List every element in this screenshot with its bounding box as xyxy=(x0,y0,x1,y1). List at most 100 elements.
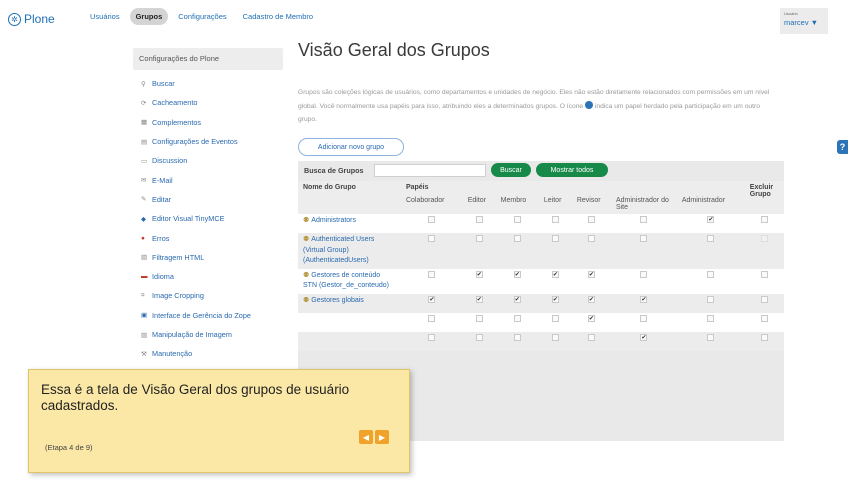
sidebar-item-cache[interactable]: ⟳ Cacheamento xyxy=(141,93,283,112)
maintenance-icon: ⚒ xyxy=(141,350,147,358)
sidebar-item-email[interactable]: ✉ E-Mail xyxy=(141,170,283,189)
role-checkbox[interactable] xyxy=(551,295,559,303)
role-checkbox[interactable] xyxy=(587,270,595,278)
nav-groups[interactable]: Grupos xyxy=(129,8,169,25)
role-checkbox[interactable] xyxy=(640,270,648,278)
role-checkbox[interactable] xyxy=(551,216,559,223)
role-checkbox[interactable] xyxy=(551,270,559,278)
page-title: Visão Geral dos Grupos xyxy=(298,40,490,60)
group-name-cell[interactable] xyxy=(298,312,401,332)
role-cell xyxy=(538,233,572,269)
tour-step: (Etapa 4 de 9) xyxy=(45,443,93,452)
plone-logo[interactable]: ✲ Plone xyxy=(8,12,55,26)
role-checkbox[interactable] xyxy=(707,235,715,242)
show-all-button[interactable]: Mostrar todos xyxy=(536,163,608,177)
sidebar-item-search[interactable]: ⚲ Buscar xyxy=(141,74,283,93)
role-checkbox[interactable] xyxy=(587,314,595,322)
sidebar-item-discussion[interactable]: ▭ Discussion xyxy=(141,151,283,170)
role-checkbox[interactable] xyxy=(640,216,648,223)
group-name[interactable]: Gestores de conteúdo STN (Gestor_de_cont… xyxy=(303,272,389,290)
sidebar-item-image-cropping[interactable]: ⌗ Image Cropping xyxy=(141,286,283,305)
role-checkbox[interactable] xyxy=(707,270,715,278)
role-checkbox[interactable] xyxy=(513,295,521,303)
role-cell xyxy=(571,293,611,313)
role-checkbox[interactable] xyxy=(640,295,648,303)
nav-settings[interactable]: Configurações xyxy=(172,8,232,25)
role-checkbox[interactable] xyxy=(428,314,436,322)
role-checkbox[interactable] xyxy=(587,295,595,303)
role-checkbox[interactable] xyxy=(428,270,436,278)
sidebar-item-edit[interactable]: ✎ Editar xyxy=(141,190,283,209)
nav-member-registration[interactable]: Cadastro de Membro xyxy=(237,8,319,25)
delete-group-checkbox[interactable] xyxy=(760,295,768,303)
add-group-button[interactable]: Adicionar novo grupo xyxy=(298,138,404,156)
role-checkbox[interactable] xyxy=(707,216,715,223)
group-name[interactable]: Authenticated Users (Virtual Group) (Aut… xyxy=(303,236,374,264)
tour-next-button[interactable]: ▶ xyxy=(375,430,389,444)
sidebar-item-errors[interactable]: ● Erros xyxy=(141,228,283,247)
role-checkbox[interactable] xyxy=(475,295,483,303)
role-checkbox[interactable] xyxy=(551,333,559,341)
group-name-cell[interactable]: ⚉ Authenticated Users (Virtual Group) (Au… xyxy=(298,233,401,269)
role-checkbox[interactable] xyxy=(551,235,559,242)
delete-group-checkbox[interactable] xyxy=(760,216,768,223)
role-checkbox[interactable] xyxy=(475,270,483,278)
role-checkbox[interactable] xyxy=(587,216,595,223)
role-checkbox[interactable] xyxy=(707,333,715,341)
sidebar-item-html-filter[interactable]: ▧ Filtragem HTML xyxy=(141,248,283,267)
sidebar-item-maintenance[interactable]: ⚒ Manutenção xyxy=(141,344,283,363)
role-checkbox[interactable] xyxy=(475,314,483,322)
role-checkbox[interactable] xyxy=(513,216,521,223)
delete-group-checkbox[interactable] xyxy=(760,333,768,341)
group-search-input[interactable] xyxy=(374,163,486,177)
role-checkbox[interactable] xyxy=(513,235,521,242)
search-button[interactable]: Buscar xyxy=(491,163,531,177)
sidebar-item-label: Erros xyxy=(152,233,170,243)
role-checkbox[interactable] xyxy=(475,216,483,223)
sidebar-item-addons[interactable]: ▦ Complementos xyxy=(141,113,283,132)
help-tab-icon[interactable]: ? xyxy=(837,140,848,154)
sidebar-item-tinymce[interactable]: ◆ Editor Visual TinyMCE xyxy=(141,209,283,228)
role-checkbox[interactable] xyxy=(513,314,521,322)
group-name-cell[interactable]: ⚉ Administrators xyxy=(298,214,401,233)
user-name[interactable]: marcev ▼ xyxy=(784,18,824,27)
role-checkbox[interactable] xyxy=(640,314,648,322)
sidebar-item-events[interactable]: ▤ Configurações de Eventos xyxy=(141,132,283,151)
sidebar-item-zope[interactable]: ▣ Interface de Gerência do Zope xyxy=(141,306,283,325)
role-checkbox[interactable] xyxy=(551,314,559,322)
sidebar-item-label: Interface de Gerência do Zope xyxy=(152,310,251,320)
role-checkbox[interactable] xyxy=(640,333,648,341)
role-cell xyxy=(571,312,611,332)
group-name[interactable]: Gestores globais xyxy=(311,297,364,304)
role-checkbox[interactable] xyxy=(428,235,436,242)
role-checkbox[interactable] xyxy=(513,333,521,341)
role-checkbox[interactable] xyxy=(513,270,521,278)
group-name-cell[interactable] xyxy=(298,331,401,351)
delete-group-checkbox[interactable] xyxy=(760,270,768,278)
sidebar-item-language[interactable]: ▬ Idioma xyxy=(141,267,283,286)
role-checkbox[interactable] xyxy=(475,333,483,341)
role-checkbox[interactable] xyxy=(587,333,595,341)
group-name-cell[interactable]: ⚉ Gestores de conteúdo STN (Gestor_de_con… xyxy=(298,268,401,294)
role-checkbox[interactable] xyxy=(475,235,483,242)
delete-group-checkbox[interactable] xyxy=(760,235,768,242)
role-checkbox[interactable] xyxy=(587,235,595,242)
tour-prev-button[interactable]: ◀ xyxy=(359,430,373,444)
role-checkbox[interactable] xyxy=(707,314,715,322)
discussion-icon: ▭ xyxy=(141,157,148,165)
group-name[interactable]: Administrators xyxy=(311,217,356,224)
role-cell xyxy=(400,268,463,294)
role-checkbox[interactable] xyxy=(428,333,436,341)
group-name-cell[interactable]: ⚉ Gestores globais xyxy=(298,293,401,313)
sidebar-list: ⚲ Buscar ⟳ Cacheamento ▦ Complementos ▤ Conf… xyxy=(133,74,283,363)
table-header-row: Nome do Grupo Papéis Excluir Grupo xyxy=(298,181,784,214)
role-checkbox[interactable] xyxy=(428,295,436,303)
role-checkbox[interactable] xyxy=(707,295,715,303)
user-menu[interactable]: Usuário marcev ▼ xyxy=(780,8,828,34)
sidebar-item-image-handling[interactable]: ▨ Manipulação de Imagem xyxy=(141,325,283,344)
nav-users[interactable]: Usuários xyxy=(84,8,126,25)
table-row xyxy=(298,312,784,332)
role-checkbox[interactable] xyxy=(428,216,436,223)
delete-group-checkbox[interactable] xyxy=(760,314,768,322)
role-checkbox[interactable] xyxy=(640,235,648,242)
